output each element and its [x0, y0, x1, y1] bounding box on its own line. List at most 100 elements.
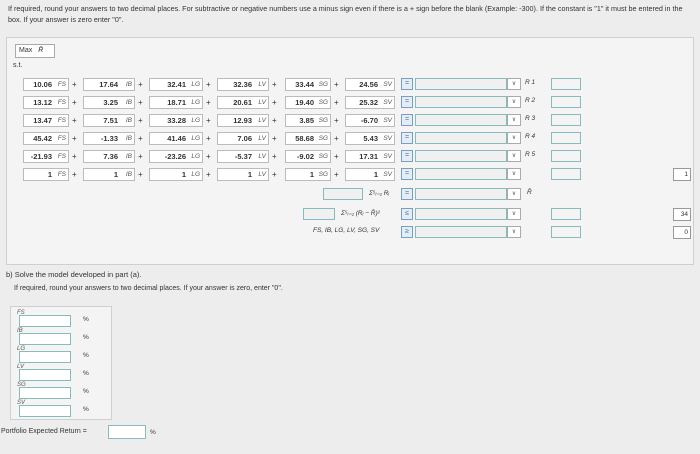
plus-sign: +: [206, 116, 211, 125]
var-label: LV: [258, 153, 266, 160]
coef-cell[interactable]: -21.93 FS: [23, 150, 69, 163]
chevron-down-icon[interactable]: ∨: [507, 78, 521, 90]
nonneg-label: FS, IB, LG, LV, SG, SV: [313, 227, 380, 234]
rhs-input[interactable]: [551, 96, 581, 108]
coef-value: -23.26: [164, 152, 186, 161]
var-label: FS: [57, 81, 66, 88]
coef-cell[interactable]: 18.71 LG: [149, 96, 203, 109]
plus-sign: +: [72, 134, 77, 143]
rhs-input[interactable]: [551, 226, 581, 238]
rhs-input[interactable]: [551, 78, 581, 90]
chevron-down-icon[interactable]: ∨: [507, 226, 521, 238]
coef-cell[interactable]: 12.93 LV: [217, 114, 269, 127]
operator-box[interactable]: =: [401, 188, 413, 200]
coef-value: -9.02: [296, 152, 314, 161]
coef-cell[interactable]: 3.25 IB: [83, 96, 135, 109]
coef-cell[interactable]: -1.33 IB: [83, 132, 135, 145]
coef-cell[interactable]: 25.32 SV: [345, 96, 395, 109]
rhs-input[interactable]: [551, 168, 581, 180]
coef-cell[interactable]: 17.64 IB: [83, 78, 135, 91]
sum-r-input[interactable]: [323, 188, 363, 200]
rhs-input[interactable]: [551, 114, 581, 126]
operator-dropdown[interactable]: [415, 132, 507, 144]
chevron-down-icon[interactable]: ∨: [507, 188, 521, 200]
coef-cell[interactable]: 33.44 SG: [285, 78, 331, 91]
coef-cell[interactable]: 7.06 LV: [217, 132, 269, 145]
coef-cell[interactable]: 13.12 FS: [23, 96, 69, 109]
operator-box[interactable]: =: [401, 168, 413, 180]
plus-sign: +: [72, 152, 77, 161]
coef-value: 1: [247, 170, 252, 179]
operator-box[interactable]: ≥: [401, 226, 413, 238]
coef-cell[interactable]: 3.85 SG: [285, 114, 331, 127]
operator-dropdown[interactable]: [415, 226, 507, 238]
coef-value: 33.28: [167, 116, 186, 125]
coef-cell[interactable]: 41.46 LG: [149, 132, 203, 145]
plus-sign: +: [334, 80, 339, 89]
chevron-down-icon[interactable]: ∨: [507, 150, 521, 162]
operator-box[interactable]: =: [401, 150, 413, 162]
coef-cell[interactable]: 45.42 FS: [23, 132, 69, 145]
var-label: IB: [125, 81, 132, 88]
solution-input[interactable]: [19, 333, 71, 345]
coef-cell[interactable]: 1 LG: [149, 168, 203, 181]
operator-dropdown[interactable]: [415, 150, 507, 162]
coef-cell[interactable]: 13.47 FS: [23, 114, 69, 127]
plus-sign: +: [272, 98, 277, 107]
coef-cell[interactable]: 7.36 IB: [83, 150, 135, 163]
operator-dropdown[interactable]: [415, 188, 507, 200]
coef-cell[interactable]: 1 SV: [345, 168, 395, 181]
operator-box[interactable]: =: [401, 132, 413, 144]
operator-box[interactable]: =: [401, 96, 413, 108]
coef-cell[interactable]: 32.41 LG: [149, 78, 203, 91]
chevron-down-icon[interactable]: ∨: [507, 114, 521, 126]
operator-box[interactable]: ≤: [401, 208, 413, 220]
solution-input[interactable]: [19, 351, 71, 363]
operator-dropdown[interactable]: [415, 168, 507, 180]
coef-cell[interactable]: -23.26 LG: [149, 150, 203, 163]
var-label: SV: [383, 81, 392, 88]
var-label: IB: [125, 117, 132, 124]
coef-cell[interactable]: 1 FS: [23, 168, 69, 181]
chevron-down-icon[interactable]: ∨: [507, 168, 521, 180]
coef-cell[interactable]: 1 SG: [285, 168, 331, 181]
var-label: LV: [258, 117, 266, 124]
coef-cell[interactable]: 24.56 SV: [345, 78, 395, 91]
operator-dropdown[interactable]: [415, 78, 507, 90]
coef-cell[interactable]: 1 IB: [83, 168, 135, 181]
operator-dropdown[interactable]: [415, 208, 507, 220]
coef-cell[interactable]: 32.36 LV: [217, 78, 269, 91]
rhs-input[interactable]: [551, 132, 581, 144]
solution-input[interactable]: [19, 369, 71, 381]
coef-cell[interactable]: -9.02 SG: [285, 150, 331, 163]
chevron-down-icon[interactable]: ∨: [507, 208, 521, 220]
chevron-down-icon[interactable]: ∨: [507, 96, 521, 108]
var-label: FS: [57, 117, 66, 124]
coef-cell[interactable]: 17.31 SV: [345, 150, 395, 163]
coef-cell[interactable]: 33.28 LG: [149, 114, 203, 127]
operator-dropdown[interactable]: [415, 96, 507, 108]
coef-cell[interactable]: 7.51 IB: [83, 114, 135, 127]
operator-dropdown[interactable]: [415, 114, 507, 126]
rhs-input[interactable]: [551, 150, 581, 162]
operator-box[interactable]: =: [401, 114, 413, 126]
sum-dev-input[interactable]: [303, 208, 335, 220]
coef-cell[interactable]: 5.43 SV: [345, 132, 395, 145]
coef-cell[interactable]: 10.06 FS: [23, 78, 69, 91]
coef-cell[interactable]: 58.68 SG: [285, 132, 331, 145]
operator-box[interactable]: =: [401, 78, 413, 90]
coef-cell[interactable]: 20.61 LV: [217, 96, 269, 109]
instructions: If required, round your answers to two d…: [8, 4, 683, 24]
coef-cell[interactable]: -5.37 LV: [217, 150, 269, 163]
portfolio-return-input[interactable]: [108, 425, 146, 439]
solution-input[interactable]: [19, 405, 71, 417]
coef-cell[interactable]: 19.40 SG: [285, 96, 331, 109]
rhs-input[interactable]: [551, 208, 581, 220]
portfolio-label: Portfolio Expected Return =: [1, 428, 87, 435]
coef-cell[interactable]: 1 LV: [217, 168, 269, 181]
solution-input[interactable]: [19, 387, 71, 399]
solution-input[interactable]: [19, 315, 71, 327]
chevron-down-icon[interactable]: ∨: [507, 132, 521, 144]
coef-cell[interactable]: -6.70 SV: [345, 114, 395, 127]
var-label: LV: [258, 81, 266, 88]
